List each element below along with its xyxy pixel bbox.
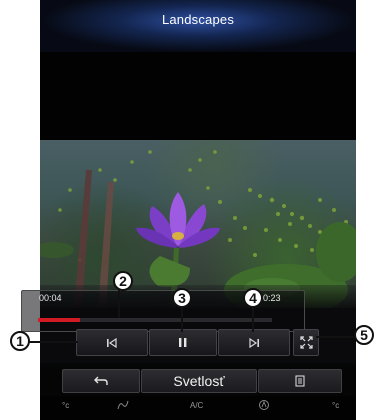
callout-1-leader bbox=[29, 341, 78, 343]
back-button[interactable] bbox=[62, 369, 140, 393]
next-button[interactable] bbox=[218, 329, 290, 356]
left-temp: °c bbox=[62, 401, 70, 410]
callout-1: 1 bbox=[10, 331, 30, 351]
fullscreen-button[interactable] bbox=[293, 329, 319, 356]
auto-climate-icon bbox=[258, 399, 270, 413]
progress-bar-fill bbox=[38, 318, 81, 322]
callout-5: 5 bbox=[354, 325, 374, 345]
lotus-photo bbox=[40, 150, 356, 308]
ac-label: A/C bbox=[190, 401, 204, 410]
brightness-button[interactable]: Svetlosť bbox=[141, 369, 257, 393]
callout-3-leader bbox=[181, 306, 183, 332]
fan-icon bbox=[116, 399, 130, 413]
skip-next-icon bbox=[249, 337, 259, 348]
callout-4-leader bbox=[252, 306, 254, 332]
title-bar: Landscapes bbox=[40, 0, 356, 52]
right-temp: °c bbox=[332, 401, 340, 410]
brightness-label: Svetlosť bbox=[173, 373, 225, 389]
pause-icon bbox=[179, 338, 187, 347]
previous-button[interactable] bbox=[76, 329, 148, 356]
page-title: Landscapes bbox=[161, 12, 235, 27]
photo-letterbox bbox=[40, 52, 356, 140]
photo-viewer[interactable] bbox=[40, 140, 356, 308]
list-menu-icon bbox=[295, 375, 305, 387]
pause-button[interactable] bbox=[149, 329, 217, 356]
menu-button[interactable] bbox=[258, 369, 342, 393]
callout-3: 3 bbox=[172, 288, 192, 308]
callout-4: 4 bbox=[243, 288, 263, 308]
callout-2-leader bbox=[118, 290, 120, 318]
progress-bar[interactable] bbox=[38, 318, 272, 322]
fullscreen-icon bbox=[299, 336, 313, 349]
callout-5-leader bbox=[316, 336, 356, 338]
callout-2: 2 bbox=[113, 271, 133, 291]
device-screen: Landscapes bbox=[40, 0, 356, 420]
elapsed-time: 00:04 bbox=[39, 293, 62, 303]
back-arrow-icon bbox=[94, 376, 108, 385]
skip-previous-icon bbox=[107, 337, 117, 348]
